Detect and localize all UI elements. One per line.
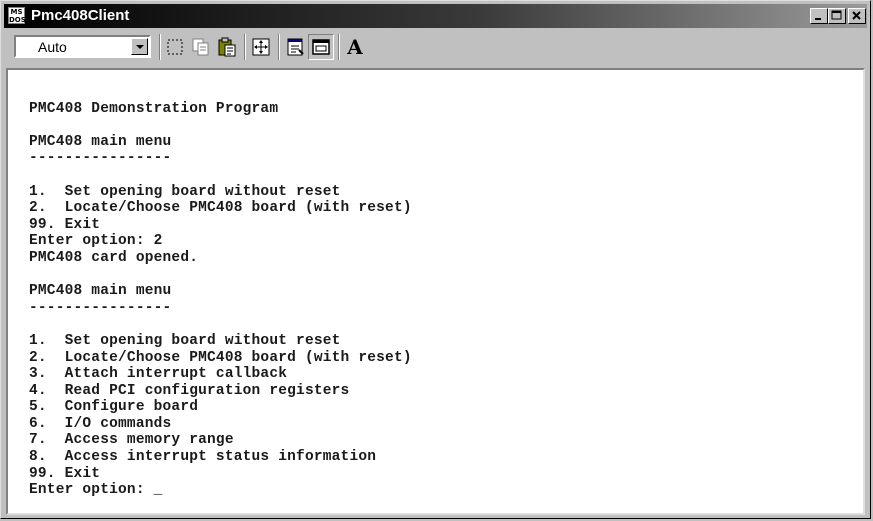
console-line: 6. I/O commands: [29, 415, 172, 432]
console-line: PMC408 Demonstration Program: [29, 100, 279, 117]
paste-button[interactable]: [214, 34, 240, 60]
console-line: 5. Configure board: [29, 399, 199, 416]
close-button[interactable]: [848, 8, 866, 24]
console-line: 7. Access memory range: [29, 432, 234, 449]
console-line: 3. Attach interrupt callback: [29, 366, 288, 383]
mark-icon: [167, 39, 183, 55]
maximize-icon: [831, 10, 842, 20]
background-button[interactable]: [308, 34, 334, 60]
console-line: 2. Locate/Choose PMC408 board (with rese…: [29, 349, 412, 366]
window-title: Pmc408Client: [31, 7, 130, 24]
console-line: 8. Access interrupt status information: [29, 449, 377, 466]
font-button[interactable]: A: [342, 34, 368, 60]
console-line: 4. Read PCI configuration registers: [29, 382, 350, 399]
paste-icon: [218, 37, 236, 57]
background-icon: [312, 39, 330, 55]
console-line: ----------------: [29, 299, 172, 316]
console-line: ----------------: [29, 150, 172, 167]
console-line: PMC408 main menu: [29, 283, 172, 300]
toolbar-separator: [244, 34, 246, 60]
maximize-button[interactable]: [828, 8, 846, 24]
toolbar-separator: [159, 34, 161, 60]
font-size-combo[interactable]: Auto: [14, 35, 151, 58]
console-line: Enter option: _: [29, 482, 163, 499]
fullscreen-button[interactable]: [248, 34, 274, 60]
chevron-down-icon[interactable]: [131, 38, 148, 55]
properties-icon: [287, 38, 304, 56]
console-output[interactable]: PMC408 Demonstration Program PMC408 main …: [6, 68, 865, 515]
console-line: PMC408 main menu: [29, 133, 172, 150]
console-line: 2. Locate/Choose PMC408 board (with rese…: [29, 200, 412, 217]
console-line: 99. Exit: [29, 465, 101, 482]
toolbar: Auto A: [4, 30, 867, 64]
console-window: MS DOS Pmc408Client Auto A PMC408 Demons…: [0, 0, 871, 519]
console-line: 1. Set opening board without reset: [29, 183, 341, 200]
font-size-value: Auto: [38, 39, 67, 55]
fullscreen-icon: [252, 38, 270, 56]
mark-button[interactable]: [162, 34, 188, 60]
toolbar-separator: [338, 34, 340, 60]
title-bar[interactable]: MS DOS Pmc408Client: [4, 4, 867, 28]
console-line: PMC408 card opened.: [29, 249, 199, 266]
minimize-button[interactable]: [810, 8, 828, 24]
toolbar-separator: [278, 34, 280, 60]
copy-icon: [192, 38, 209, 56]
minimize-icon: [815, 18, 821, 20]
close-icon: [852, 11, 861, 20]
msdos-icon[interactable]: MS DOS: [8, 7, 26, 24]
console-text: PMC408 Demonstration Program PMC408 main …: [29, 84, 412, 499]
copy-button[interactable]: [188, 34, 214, 60]
console-line: 1. Set opening board without reset: [29, 332, 341, 349]
properties-button[interactable]: [282, 34, 308, 60]
console-line: Enter option: 2: [29, 233, 163, 250]
font-icon: A: [347, 35, 363, 59]
console-line: 99. Exit: [29, 216, 101, 233]
